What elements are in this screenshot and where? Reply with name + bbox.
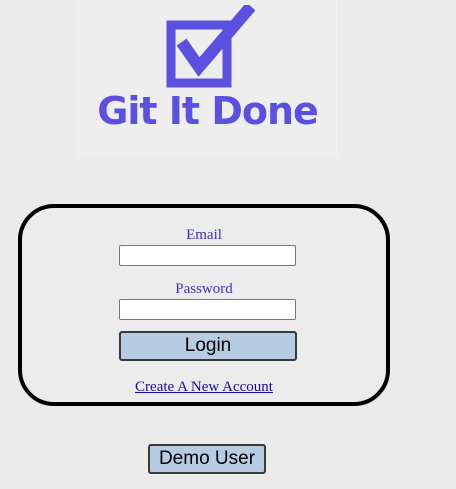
- email-label: Email: [186, 227, 222, 243]
- email-field[interactable]: [119, 245, 296, 266]
- demo-user-button[interactable]: Demo User: [148, 444, 266, 474]
- password-label: Password: [175, 281, 233, 297]
- login-form: Email Password Login Create A New Accoun…: [18, 204, 390, 406]
- checkbox-check-icon: [166, 5, 255, 88]
- password-field[interactable]: [119, 299, 296, 320]
- create-account-link[interactable]: Create A New Account: [22, 380, 386, 395]
- logo-text: Git It Done: [97, 89, 319, 133]
- login-button[interactable]: Login: [119, 331, 297, 361]
- logo: Git It Done: [77, 0, 338, 158]
